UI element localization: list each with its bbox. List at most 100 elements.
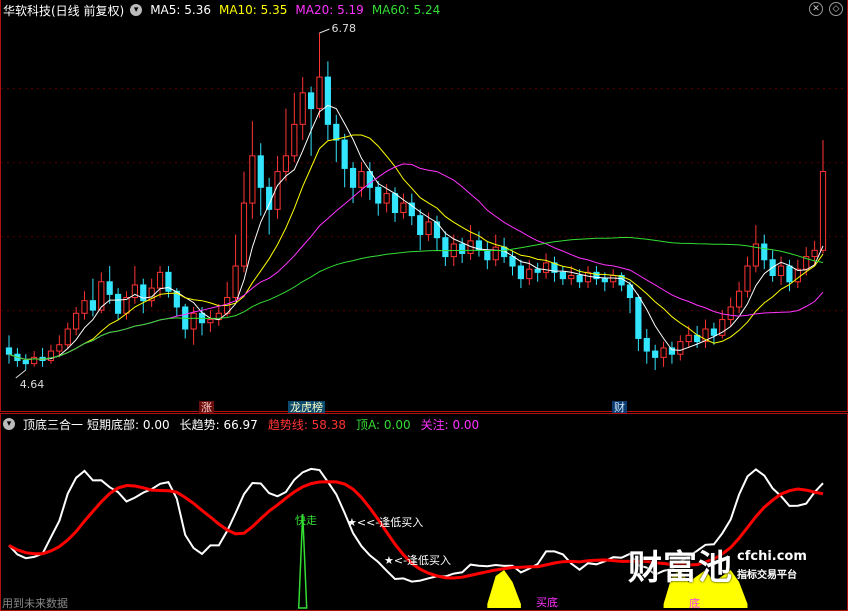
candle-body xyxy=(316,76,323,110)
candle[interactable] xyxy=(601,272,608,292)
candle[interactable] xyxy=(81,291,88,320)
candle[interactable] xyxy=(22,354,29,370)
candle-body xyxy=(308,92,315,110)
indicator-values: 短期底部: 0.00 长趋势: 66.97 趋势线: 58.38 顶A: 0.00 关注… xyxy=(87,416,489,433)
candle-body xyxy=(358,171,365,188)
candle[interactable] xyxy=(282,108,290,182)
candle-body xyxy=(811,249,818,258)
candle-body xyxy=(534,268,541,273)
candle[interactable] xyxy=(677,335,684,361)
candle-body xyxy=(484,249,491,261)
candle-body xyxy=(341,139,348,169)
candle[interactable] xyxy=(685,325,692,348)
dropdown-icon[interactable]: ▾ xyxy=(3,418,15,430)
candle[interactable] xyxy=(752,225,759,273)
candle[interactable] xyxy=(308,86,315,156)
candle[interactable] xyxy=(165,266,172,298)
candle[interactable] xyxy=(643,329,650,364)
candle[interactable] xyxy=(148,278,155,307)
candle[interactable] xyxy=(249,121,256,219)
candle[interactable] xyxy=(257,143,264,216)
candle[interactable] xyxy=(593,266,600,285)
candle[interactable] xyxy=(156,266,164,298)
candle[interactable] xyxy=(551,256,558,282)
candle[interactable] xyxy=(668,341,676,364)
candle[interactable] xyxy=(484,240,491,270)
candle[interactable] xyxy=(660,341,667,367)
candle[interactable] xyxy=(702,319,709,348)
candle[interactable] xyxy=(131,266,138,304)
kline-chart[interactable]: 6.78 4.64 xyxy=(1,0,847,412)
candle[interactable] xyxy=(559,266,566,285)
candle[interactable] xyxy=(517,259,524,289)
close-icon[interactable]: ✕ xyxy=(809,2,823,16)
candle[interactable] xyxy=(400,193,407,219)
candle[interactable] xyxy=(761,234,768,270)
candle[interactable] xyxy=(710,322,718,345)
candle-body xyxy=(652,350,659,358)
candle[interactable] xyxy=(542,253,550,279)
buy-signal-1: ★<<-逢低买入 xyxy=(347,516,424,529)
candle-body xyxy=(761,243,768,261)
candle[interactable] xyxy=(140,278,147,314)
candle-body xyxy=(425,221,432,236)
candle[interactable] xyxy=(64,322,71,348)
bottom-label: 底 xyxy=(689,597,700,610)
low-pointer xyxy=(15,369,27,379)
candle[interactable] xyxy=(5,335,13,364)
candle[interactable] xyxy=(341,133,348,188)
candle[interactable] xyxy=(47,344,55,364)
candle[interactable] xyxy=(744,256,751,298)
ma-legend: MA5: 5.36 MA10: 5.35 MA20: 5.19 MA60: 5.24 xyxy=(150,3,448,17)
expand-icon[interactable]: ◇ xyxy=(829,2,843,16)
candle-body xyxy=(735,290,743,308)
candle[interactable] xyxy=(266,177,273,235)
indicator-value: 关注: 0.00 xyxy=(420,417,480,432)
candle[interactable] xyxy=(534,262,541,282)
candle[interactable] xyxy=(232,234,239,301)
candle[interactable] xyxy=(408,193,415,226)
dropdown-icon[interactable]: ▾ xyxy=(130,4,143,16)
candle[interactable] xyxy=(777,256,785,285)
candle[interactable] xyxy=(584,266,592,289)
candle[interactable] xyxy=(182,303,189,339)
candle[interactable] xyxy=(198,306,206,336)
candle[interactable] xyxy=(375,181,382,216)
candle[interactable] xyxy=(735,281,743,314)
watermark-url: cfchi.com xyxy=(737,548,807,564)
candle[interactable] xyxy=(207,310,214,333)
candle-body xyxy=(610,274,617,283)
candle[interactable] xyxy=(106,266,113,304)
candle[interactable] xyxy=(73,306,80,336)
high-price-label: 6.78 xyxy=(331,22,356,35)
candle[interactable] xyxy=(652,344,659,370)
future-data-note: 用到未来数据 xyxy=(2,597,68,610)
candle[interactable] xyxy=(727,297,734,326)
candle[interactable] xyxy=(324,61,331,141)
candle[interactable] xyxy=(417,209,424,251)
candle[interactable] xyxy=(274,155,281,219)
indicator-value: 长趋势: 66.97 xyxy=(179,417,258,432)
candle[interactable] xyxy=(618,272,625,292)
ma-label: MA20: 5.19 xyxy=(295,3,364,17)
candle[interactable] xyxy=(114,288,122,320)
candle[interactable] xyxy=(316,33,323,119)
candle-body xyxy=(89,300,97,311)
candle[interactable] xyxy=(467,225,474,260)
candle[interactable] xyxy=(635,294,642,352)
candle[interactable] xyxy=(299,77,306,141)
candle[interactable] xyxy=(610,269,617,289)
kline-panel[interactable]: 6.78 4.64 华软科技(日线 前复权) ▾ MA5: 5.36 MA10: 5… xyxy=(0,0,848,415)
candle[interactable] xyxy=(240,171,248,273)
candle[interactable] xyxy=(794,259,801,289)
candle-body xyxy=(576,274,583,283)
ma-label: MA5: 5.36 xyxy=(150,3,211,17)
candle[interactable] xyxy=(433,215,441,251)
candle[interactable] xyxy=(509,250,516,276)
candle[interactable] xyxy=(811,240,818,267)
candle[interactable] xyxy=(442,231,449,267)
candle-body xyxy=(492,246,499,261)
candle[interactable] xyxy=(39,347,46,367)
candle[interactable] xyxy=(819,140,827,254)
candle[interactable] xyxy=(291,92,298,163)
